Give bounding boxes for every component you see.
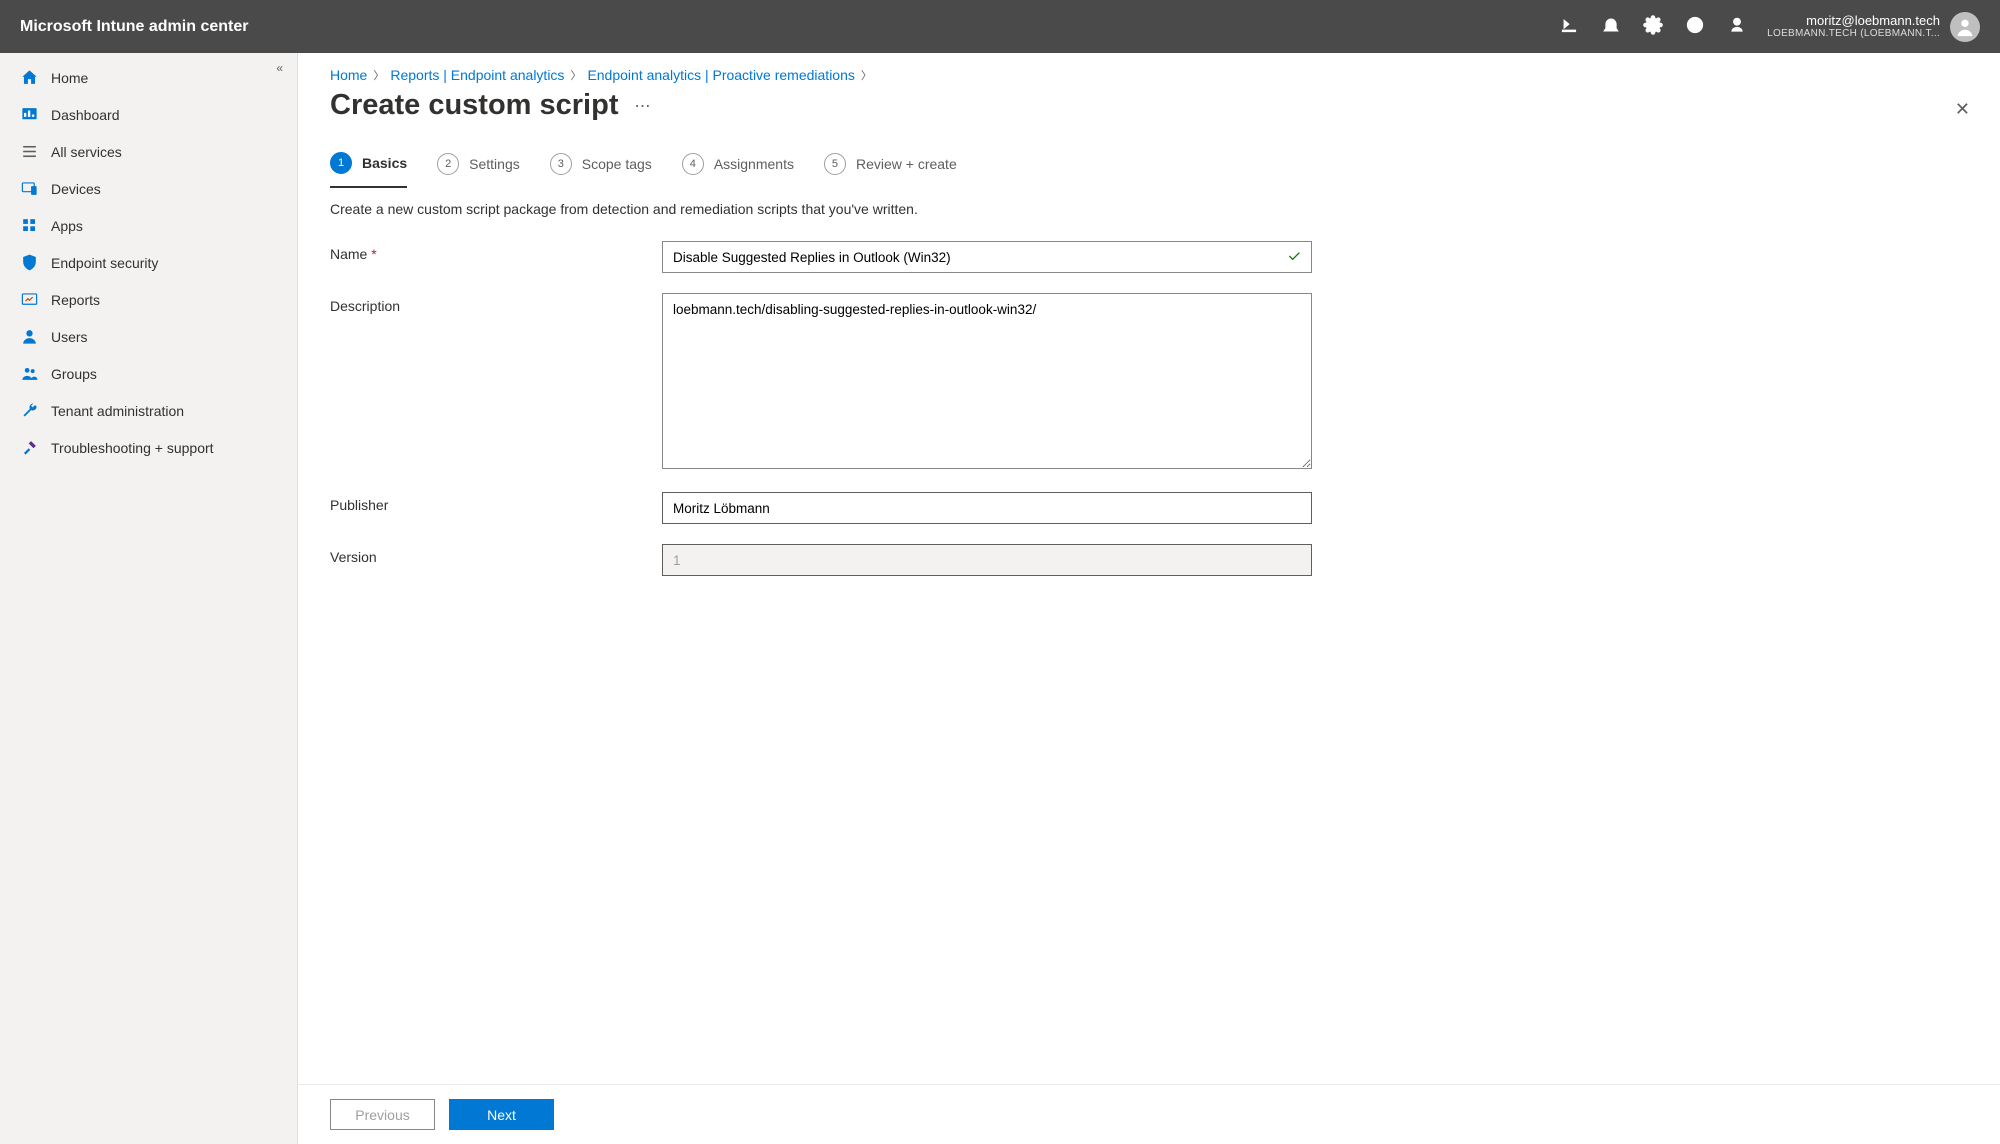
reports-icon: [20, 290, 39, 309]
main-content: Home 〉 Reports | Endpoint analytics 〉 En…: [298, 53, 2000, 1144]
wizard-num: 3: [550, 153, 572, 175]
shield-icon: [20, 253, 39, 272]
sidebar: « Home Dashboard All services Devices Ap…: [0, 53, 298, 1144]
sidebar-item-reports[interactable]: Reports: [0, 281, 297, 318]
breadcrumb-home[interactable]: Home: [330, 67, 367, 83]
wizard-label: Basics: [362, 155, 407, 171]
sidebar-item-label: Tenant administration: [51, 403, 184, 419]
sidebar-item-all-services[interactable]: All services: [0, 133, 297, 170]
wizard-tab-review-create[interactable]: 5 Review + create: [824, 152, 957, 188]
home-icon: [20, 68, 39, 87]
sidebar-item-label: Apps: [51, 218, 83, 234]
sidebar-item-label: Troubleshooting + support: [51, 440, 214, 456]
chevron-right-icon: 〉: [570, 67, 581, 83]
apps-icon: [20, 216, 39, 235]
tenant-name: LOEBMANN.TECH (LOEBMANN.T...: [1767, 28, 1940, 39]
sidebar-item-label: All services: [51, 144, 122, 160]
name-input[interactable]: [662, 241, 1312, 273]
sidebar-item-label: Devices: [51, 181, 101, 197]
sidebar-item-home[interactable]: Home: [0, 59, 297, 96]
close-icon[interactable]: ✕: [1955, 99, 1970, 120]
groups-icon: [20, 364, 39, 383]
subtitle: Create a new custom script package from …: [330, 201, 1974, 217]
sidebar-item-devices[interactable]: Devices: [0, 170, 297, 207]
sidebar-item-label: Users: [51, 329, 88, 345]
sidebar-item-troubleshooting[interactable]: Troubleshooting + support: [0, 429, 297, 466]
previous-button[interactable]: Previous: [330, 1099, 435, 1130]
wizard-tabs: 1 Basics 2 Settings 3 Scope tags 4 Assig…: [330, 152, 1974, 189]
avatar[interactable]: [1950, 12, 1980, 42]
sidebar-item-label: Groups: [51, 366, 97, 382]
sidebar-item-dashboard[interactable]: Dashboard: [0, 96, 297, 133]
sidebar-item-groups[interactable]: Groups: [0, 355, 297, 392]
list-icon: [20, 142, 39, 161]
wizard-tab-scope-tags[interactable]: 3 Scope tags: [550, 152, 652, 188]
notifications-icon[interactable]: [1601, 15, 1621, 38]
feedback-icon[interactable]: [1727, 15, 1747, 38]
top-bar: Microsoft Intune admin center moritz@loe…: [0, 0, 2000, 53]
user-email: moritz@loebmann.tech: [1767, 14, 1940, 28]
publisher-label: Publisher: [330, 492, 662, 524]
sidebar-item-users[interactable]: Users: [0, 318, 297, 355]
breadcrumb: Home 〉 Reports | Endpoint analytics 〉 En…: [330, 67, 1974, 83]
sidebar-item-label: Endpoint security: [51, 255, 158, 271]
settings-icon[interactable]: [1643, 15, 1663, 38]
breadcrumb-reports[interactable]: Reports | Endpoint analytics: [390, 67, 564, 83]
more-icon[interactable]: ⋯: [635, 96, 652, 116]
wizard-label: Settings: [469, 156, 520, 172]
next-button[interactable]: Next: [449, 1099, 554, 1130]
sidebar-item-apps[interactable]: Apps: [0, 207, 297, 244]
chevron-right-icon: 〉: [861, 67, 872, 83]
sidebar-item-tenant-admin[interactable]: Tenant administration: [0, 392, 297, 429]
tools-icon: [20, 438, 39, 457]
description-input[interactable]: [662, 293, 1312, 469]
sidebar-item-label: Dashboard: [51, 107, 120, 123]
wizard-tab-assignments[interactable]: 4 Assignments: [682, 152, 794, 188]
page-title: Create custom script: [330, 89, 619, 122]
wizard-footer: Previous Next: [298, 1084, 2000, 1144]
breadcrumb-proactive-remediations[interactable]: Endpoint analytics | Proactive remediati…: [587, 67, 854, 83]
version-input: [662, 544, 1312, 576]
devices-icon: [20, 179, 39, 198]
chevron-right-icon: 〉: [373, 67, 384, 83]
description-label: Description: [330, 293, 662, 472]
help-icon[interactable]: [1685, 15, 1705, 38]
wizard-label: Assignments: [714, 156, 794, 172]
required-mark: *: [371, 246, 376, 262]
sidebar-item-endpoint-security[interactable]: Endpoint security: [0, 244, 297, 281]
collapse-sidebar-icon[interactable]: «: [276, 61, 283, 75]
check-icon: [1286, 248, 1302, 267]
version-label: Version: [330, 544, 662, 576]
sidebar-item-label: Reports: [51, 292, 100, 308]
app-title: Microsoft Intune admin center: [20, 18, 1559, 36]
topbar-icons: [1559, 15, 1747, 38]
wizard-num: 4: [682, 153, 704, 175]
wrench-icon: [20, 401, 39, 420]
publisher-input[interactable]: [662, 492, 1312, 524]
user-info[interactable]: moritz@loebmann.tech LOEBMANN.TECH (LOEB…: [1767, 14, 1940, 39]
wizard-label: Review + create: [856, 156, 957, 172]
cloud-shell-icon[interactable]: [1559, 15, 1579, 38]
sidebar-item-label: Home: [51, 70, 88, 86]
wizard-tab-settings[interactable]: 2 Settings: [437, 152, 520, 188]
wizard-num: 2: [437, 153, 459, 175]
dashboard-icon: [20, 105, 39, 124]
name-label: Name: [330, 246, 367, 262]
wizard-label: Scope tags: [582, 156, 652, 172]
wizard-num: 5: [824, 153, 846, 175]
wizard-tab-basics[interactable]: 1 Basics: [330, 152, 407, 188]
user-icon: [20, 327, 39, 346]
wizard-num: 1: [330, 152, 352, 174]
